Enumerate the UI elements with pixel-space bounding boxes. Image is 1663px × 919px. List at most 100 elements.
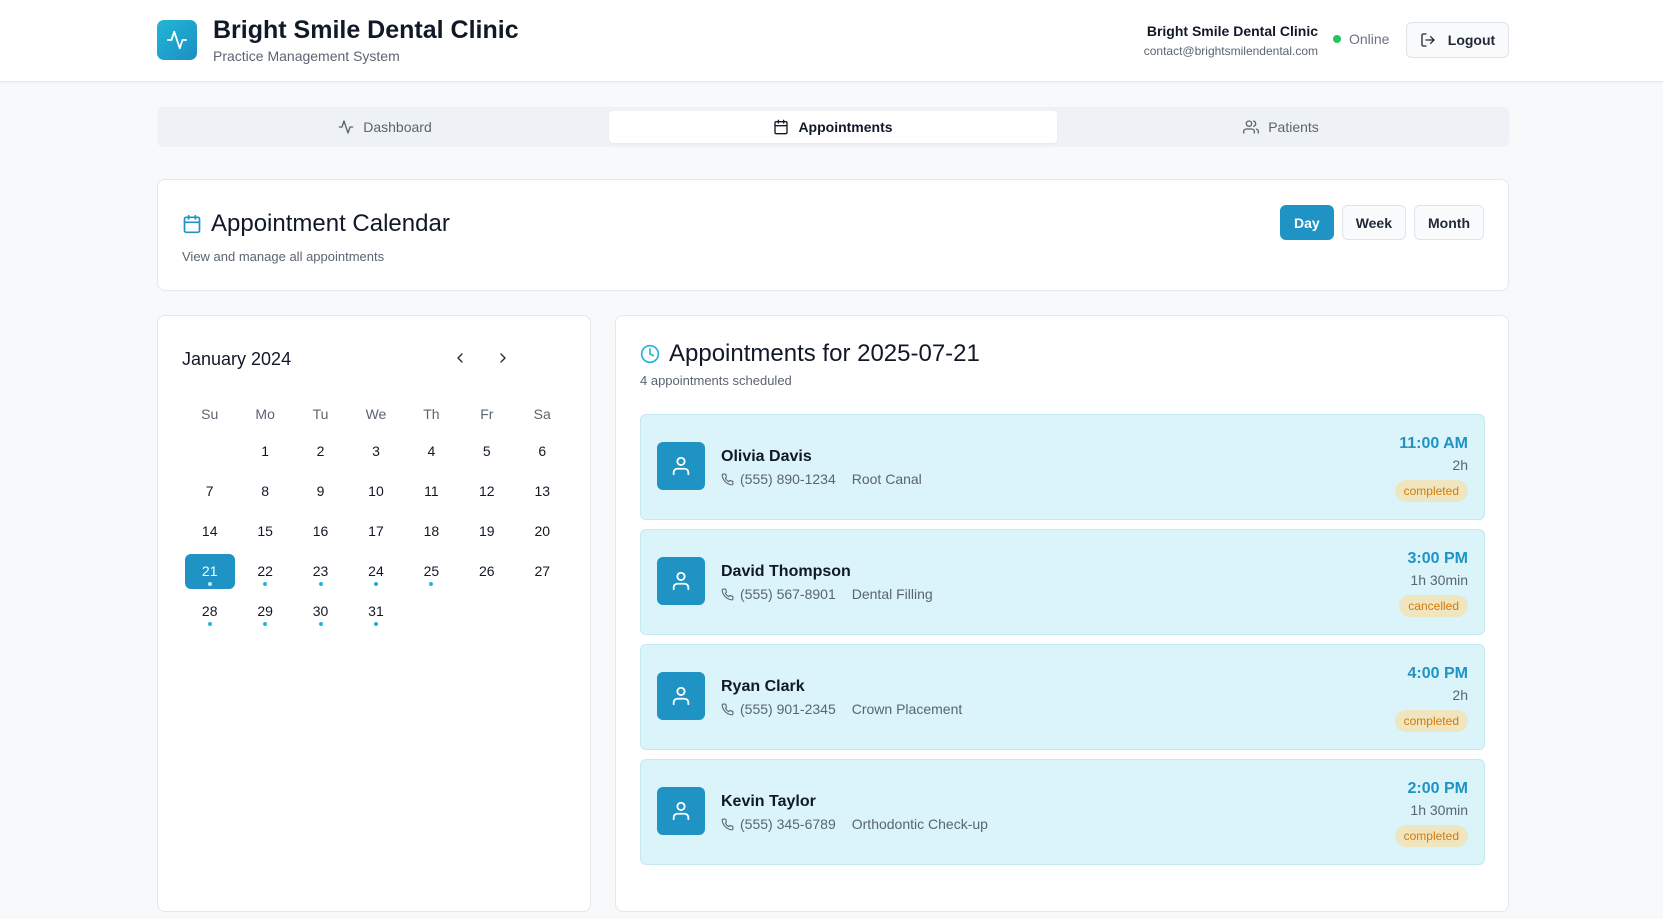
calendar-day[interactable]: 14 [185, 514, 235, 549]
appointment-time: 2:00 PM [1407, 780, 1468, 797]
appointment-duration: 2h [1452, 457, 1468, 473]
day-cell: 23 [293, 551, 348, 591]
calendar-day[interactable]: 18 [406, 514, 456, 549]
calendar-day[interactable]: 31 [351, 594, 401, 629]
calendar-day[interactable]: 26 [462, 554, 512, 589]
day-number: 2 [316, 443, 325, 459]
calendar-day[interactable]: 11 [406, 474, 456, 509]
org-email: contact@brightsmilendental.com [1143, 44, 1318, 58]
calendar-day[interactable]: 10 [351, 474, 401, 509]
calendar-icon [183, 214, 201, 234]
calendar-day[interactable]: 3 [351, 434, 401, 469]
weekday-label: Sa [533, 405, 551, 422]
tab-label: Appointments [798, 119, 893, 135]
weekday-label: We [365, 405, 387, 422]
day-number: 26 [479, 563, 495, 579]
logout-button[interactable]: Logout [1406, 22, 1509, 58]
day-number: 25 [423, 563, 440, 579]
day-number: 14 [201, 523, 218, 539]
appointment-card[interactable]: Olivia Davis (555) 890-1234 Root Canal 1… [640, 414, 1485, 520]
day-cell: 18 [404, 511, 459, 551]
calendar-day[interactable]: 4 [406, 434, 456, 469]
day-cell [515, 591, 570, 631]
appointment-card[interactable]: Ryan Clark (555) 901-2345 Crown Placemen… [640, 644, 1485, 750]
tab-appointments[interactable]: Appointments [609, 111, 1057, 143]
day-cell: 31 [348, 591, 403, 631]
calendar-day[interactable]: 13 [517, 474, 567, 509]
calendar-day[interactable]: 15 [240, 514, 290, 549]
day-number: 31 [368, 603, 384, 619]
calendar-day[interactable]: 2 [296, 434, 346, 469]
status-badge: completed [1394, 825, 1468, 847]
calendar-day[interactable]: 24 [351, 554, 401, 589]
day-cell: 22 [237, 551, 292, 591]
calendar-day[interactable]: 7 [185, 474, 235, 509]
view-month-button[interactable]: Month [1414, 205, 1484, 240]
day-number: 6 [538, 443, 547, 459]
calendar-day[interactable]: 25 [406, 554, 456, 589]
day-cell: 17 [348, 511, 403, 551]
user-icon [657, 672, 705, 720]
appointment-dot-icon [207, 621, 212, 626]
calendar-day[interactable]: 30 [296, 594, 346, 629]
calendar-day[interactable]: 5 [462, 434, 512, 469]
status-badge: completed [1394, 710, 1468, 732]
day-cell: 24 [348, 551, 403, 591]
appointment-duration: 2h [1452, 687, 1468, 703]
appointments-count: 4 appointments scheduled [640, 373, 792, 388]
day-number: 11 [424, 483, 439, 499]
day-number: 21 [201, 563, 218, 579]
patient-info: (555) 901-2345 Crown Placement [721, 701, 962, 717]
appointment-card[interactable]: David Thompson (555) 567-8901 Dental Fil… [640, 529, 1485, 635]
treatment: Crown Placement [851, 701, 963, 717]
user-icon [657, 442, 705, 490]
calendar-day[interactable]: 12 [462, 474, 512, 509]
calendar-day[interactable]: 17 [351, 514, 401, 549]
day-cell: 21 [182, 551, 237, 591]
calendar-day[interactable]: 23 [296, 554, 346, 589]
calendar-day[interactable]: 6 [517, 434, 567, 469]
calendar-day[interactable]: 28 [185, 594, 235, 629]
calendar-day[interactable]: 19 [462, 514, 512, 549]
day-number: 1 [261, 443, 270, 459]
calendar-day[interactable]: 20 [517, 514, 567, 549]
day-number: 18 [423, 523, 440, 539]
day-number: 12 [479, 483, 495, 499]
appointment-dot-icon [318, 621, 323, 626]
selected-day[interactable]: 21 [184, 553, 235, 589]
day-cell: 30 [293, 591, 348, 631]
calendar-day[interactable]: 29 [240, 594, 290, 629]
calendar-day[interactable]: 9 [296, 474, 346, 509]
day-number: 4 [427, 443, 436, 459]
tab-dashboard[interactable]: Dashboard [161, 111, 609, 143]
calendar-day[interactable]: 8 [240, 474, 290, 509]
prev-month-button[interactable] [448, 346, 472, 370]
calendar-day[interactable]: 16 [296, 514, 346, 549]
next-month-button[interactable] [491, 346, 515, 370]
view-day-button[interactable]: Day [1280, 205, 1334, 240]
tab-patients[interactable]: Patients [1057, 111, 1505, 143]
calendar-day[interactable]: 27 [517, 554, 567, 589]
main-tabs: Dashboard Appointments Patients [157, 107, 1509, 147]
calendar-day[interactable]: 1 [240, 434, 290, 469]
appointment-time: 3:00 PM [1407, 550, 1468, 567]
appointment-card[interactable]: Kevin Taylor (555) 345-6789 Orthodontic … [640, 759, 1485, 865]
day-number: 5 [482, 443, 491, 459]
calendar-day[interactable]: 22 [240, 554, 290, 589]
week-row: 7 8 9 10 11 12 13 [182, 471, 570, 511]
day-cell: 19 [459, 511, 514, 551]
view-week-button[interactable]: Week [1341, 205, 1407, 240]
calendar-subtitle: View and manage all appointments [182, 249, 385, 264]
weekday-label: Th [423, 405, 440, 422]
status-badge: completed [1394, 480, 1468, 502]
patient-name: David Thompson [721, 563, 851, 580]
online-dot-icon [1333, 35, 1341, 43]
day-cell: 28 [182, 591, 237, 631]
calendar-weeks: 1 2 3 4 5 6 7 8 9 10 11 12 13 14 15 16 17 18 19 20 21 22 23 24 2… [182, 431, 570, 631]
app-subtitle: Practice Management System [213, 48, 400, 64]
day-number: 9 [316, 483, 325, 499]
calendar-title-text: Appointment Calendar [211, 210, 450, 237]
day-cell: 8 [237, 471, 292, 511]
day-cell: 20 [515, 511, 570, 551]
app-header: Bright Smile Dental Clinic Practice Mana… [0, 0, 1663, 82]
